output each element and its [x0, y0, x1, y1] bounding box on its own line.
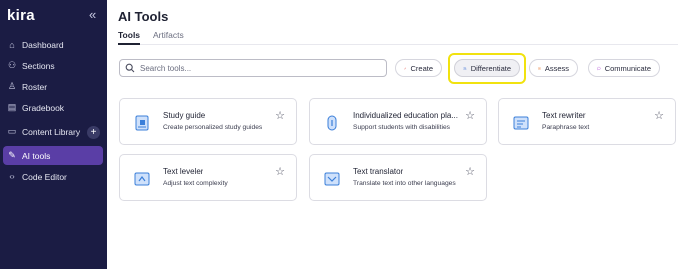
- tool-title: Text leveler: [163, 167, 204, 176]
- chat-icon: [597, 66, 601, 70]
- filter-label: Assess: [544, 63, 569, 73]
- tool-title: Text rewriter: [542, 111, 586, 120]
- tool-description: Support students with disabilities: [353, 124, 451, 131]
- kira-logo[interactable]: kira: [7, 7, 35, 24]
- search-input[interactable]: Search tools...: [119, 59, 387, 77]
- star-icon[interactable]: ☆: [465, 109, 475, 122]
- sidebar-item-label: Gradebook: [22, 102, 65, 113]
- tool-card-text-leveler[interactable]: Text leveler Adjust text complexity ☆: [119, 154, 297, 201]
- sidebar-item-label: Dashboard: [22, 39, 64, 50]
- tool-description: Paraphrase text: [542, 124, 590, 131]
- code-icon: ‹›: [9, 172, 15, 181]
- tool-card-text-rewriter[interactable]: Text rewriter Paraphrase text ☆: [498, 98, 676, 145]
- star-icon[interactable]: ☆: [654, 109, 664, 122]
- tool-title: Study guide: [163, 111, 206, 120]
- tool-title: Text translator: [353, 167, 404, 176]
- assess-icon: [538, 66, 541, 70]
- star-icon[interactable]: ☆: [465, 165, 475, 178]
- gradebook-icon: ▤: [7, 102, 17, 112]
- study-guide-icon: [135, 115, 149, 131]
- highlight-outline: [448, 53, 526, 84]
- sidebar-item-roster[interactable]: ♙ Roster: [3, 77, 103, 96]
- tool-description: Create personalized study guides: [163, 124, 263, 131]
- sidebar-item-label: Sections: [22, 60, 55, 71]
- filter-assess-button[interactable]: Assess: [529, 59, 578, 77]
- active-tab-indicator: [118, 43, 140, 45]
- iep-icon: [327, 115, 337, 131]
- tool-description: Translate text into other languages: [353, 180, 456, 187]
- tool-card-iep[interactable]: Individualized education pla... Support …: [309, 98, 487, 145]
- pencil-icon: [404, 66, 407, 69]
- add-content-button[interactable]: +: [87, 126, 100, 139]
- sidebar-item-gradebook[interactable]: ▤ Gradebook: [3, 98, 103, 117]
- filter-label: Create: [410, 63, 433, 73]
- tabs-divider: [118, 44, 678, 45]
- sidebar-item-content-library[interactable]: ▭ Content Library: [3, 122, 85, 141]
- filter-create-button[interactable]: Create: [395, 59, 442, 77]
- page-title: AI Tools: [118, 9, 169, 24]
- filter-communicate-button[interactable]: Communicate: [588, 59, 660, 77]
- star-icon[interactable]: ☆: [275, 109, 285, 122]
- sidebar-item-label: Code Editor: [22, 171, 67, 182]
- roster-icon: ♙: [7, 81, 17, 91]
- sidebar-item-sections[interactable]: ⚇ Sections: [3, 56, 103, 75]
- sidebar-item-label: AI tools: [22, 150, 51, 161]
- filter-label: Communicate: [604, 63, 651, 73]
- tool-title: Individualized education pla...: [353, 111, 458, 120]
- tool-description: Adjust text complexity: [163, 180, 228, 187]
- star-icon[interactable]: ☆: [275, 165, 285, 178]
- sidebar-item-label: Roster: [22, 81, 48, 92]
- text-rewriter-icon: [513, 116, 529, 130]
- tool-card-text-translator[interactable]: Text translator Translate text into othe…: [309, 154, 487, 201]
- text-leveler-icon: [134, 172, 150, 186]
- sidebar-item-code-editor[interactable]: ‹› Code Editor: [3, 167, 103, 186]
- sidebar-item-dashboard[interactable]: ⌂ Dashboard: [3, 35, 103, 54]
- collapse-sidebar-icon[interactable]: «: [89, 7, 96, 22]
- sidebar: kira « ⌂ Dashboard ⚇ Sections ♙ Roster ▤…: [0, 0, 107, 269]
- users-icon: ⚇: [7, 60, 17, 70]
- book-icon: ▭: [7, 126, 17, 136]
- tab-artifacts[interactable]: Artifacts: [153, 30, 184, 40]
- search-placeholder: Search tools...: [140, 63, 192, 73]
- sidebar-item-label: Content Library: [22, 126, 81, 137]
- sidebar-item-ai-tools[interactable]: ✎ AI tools: [3, 146, 103, 165]
- ai-tools-icon: ✎: [8, 150, 16, 160]
- search-icon: [125, 63, 135, 73]
- tool-card-study-guide[interactable]: Study guide Create personalized study gu…: [119, 98, 297, 145]
- tab-tools[interactable]: Tools: [118, 30, 140, 40]
- home-icon: ⌂: [9, 39, 15, 50]
- text-translator-icon: [324, 172, 340, 186]
